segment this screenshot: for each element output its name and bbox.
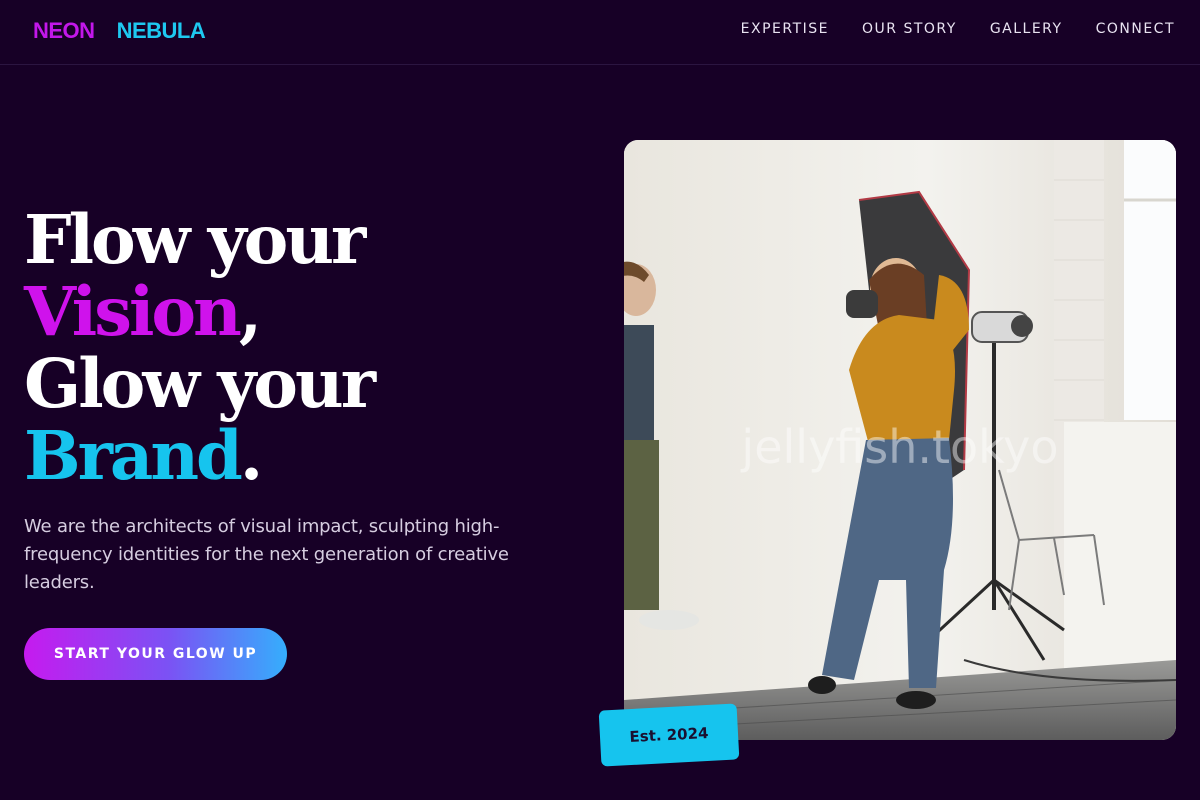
nav-item-expertise[interactable]: EXPERTISE [741, 21, 829, 37]
main-nav: EXPERTISE OUR STORY GALLERY CONNECT [741, 21, 1175, 37]
headline-accent-vision: Vision [24, 272, 242, 351]
site-header: NEON NEBULA EXPERTISE OUR STORY GALLERY … [0, 0, 1200, 65]
headline-line-3: Glow your [24, 344, 376, 423]
headline-comma: , [238, 272, 262, 351]
nav-item-connect[interactable]: CONNECT [1096, 21, 1175, 37]
brand-word-nebula: NEBULA [116, 18, 206, 43]
start-glow-up-button[interactable]: START YOUR GLOW UP [24, 628, 287, 680]
headline-period: . [239, 416, 263, 495]
page: NEON NEBULA EXPERTISE OUR STORY GALLERY … [0, 0, 1200, 800]
headline-line-2: Vision, [24, 276, 584, 348]
nav-item-our-story[interactable]: OUR STORY [862, 21, 957, 37]
hero-headline: Flow your Vision, Glow your Brand. [24, 204, 584, 492]
hero-photo: jellyfish.tokyo [624, 140, 1176, 740]
brand-logo[interactable]: NEON NEBULA [33, 18, 206, 44]
brand-word-neon: NEON [33, 18, 95, 43]
headline-line-1: Flow your [24, 200, 366, 279]
established-badge: Est. 2024 [598, 703, 740, 767]
hero-description: We are the architects of visual impact, … [24, 516, 509, 593]
headline-accent-brand: Brand [24, 416, 243, 495]
photo-watermark: jellyfish.tokyo [740, 420, 1058, 474]
studio-photo-illustration: jellyfish.tokyo [624, 140, 1176, 740]
headline-line-4: Brand. [24, 420, 584, 492]
nav-item-gallery[interactable]: GALLERY [990, 21, 1063, 37]
